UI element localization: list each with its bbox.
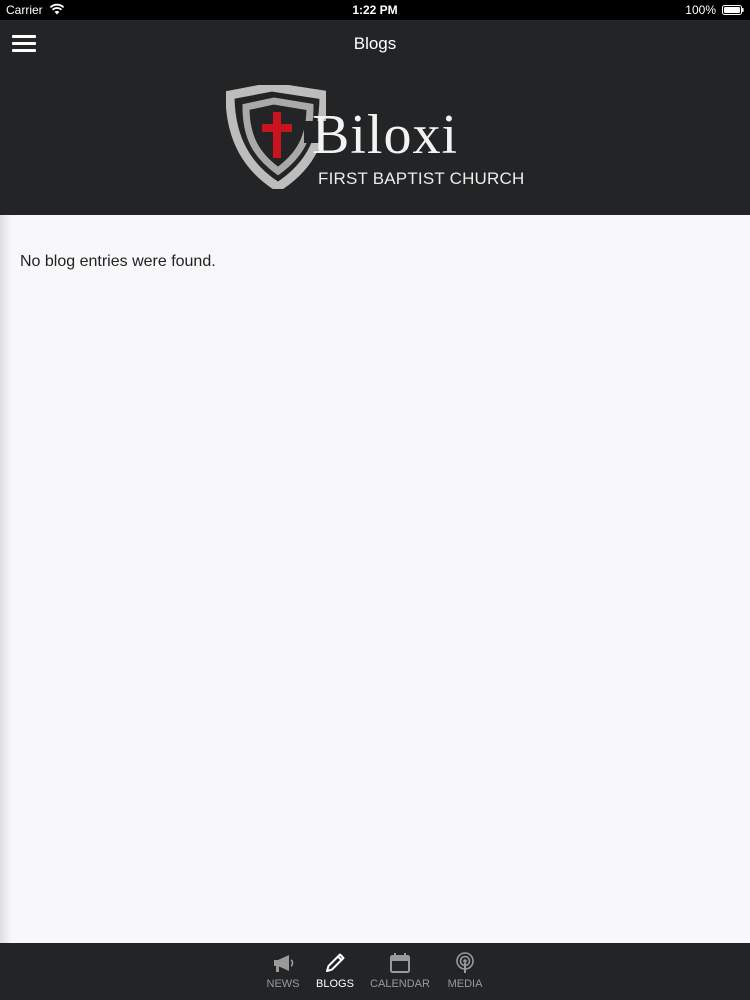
tab-media[interactable]: MEDIA [430,943,500,1000]
battery-icon [722,5,744,15]
page-title: Blogs [353,34,397,53]
church-logo: Biloxi FIRST BAPTIST CHURCH [226,85,526,195]
blog-list[interactable]: No blog entries were found. [0,215,750,943]
tab-bar: NEWS BLOGS CALENDAR MEDIA [0,943,750,1000]
pencil-icon [326,953,345,972]
logo-wordmark: Biloxi [312,104,459,166]
status-bar: Carrier 1:22 PM 100% [0,0,750,20]
tab-label: BLOGS [316,978,354,990]
shield-cross-icon [226,85,326,189]
clock: 1:22 PM [352,3,398,17]
tab-blogs[interactable]: BLOGS [300,943,370,1000]
battery-percentage: 100% [685,3,716,17]
empty-state-message: No blog entries were found. [20,253,216,270]
nav-bar: Blogs [0,20,750,68]
calendar-icon [390,953,410,973]
logo-subtitle: FIRST BAPTIST CHURCH [318,169,525,188]
header-banner: Biloxi FIRST BAPTIST CHURCH [0,68,750,215]
podcast-icon [456,952,474,973]
tab-label: MEDIA [447,978,483,990]
tab-label: CALENDAR [370,978,430,990]
tab-calendar[interactable]: CALENDAR [365,943,435,1000]
side-shadow [0,215,12,943]
